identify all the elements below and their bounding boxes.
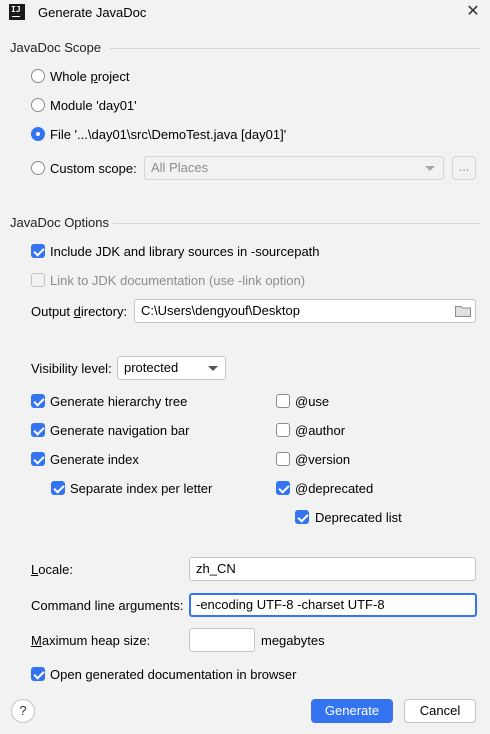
gen-index-checkbox[interactable]	[31, 452, 45, 466]
whole-project-radio[interactable]	[31, 69, 45, 83]
folder-icon[interactable]	[455, 305, 471, 317]
locale-value: zh_CN	[196, 561, 236, 576]
deprecated-list-label[interactable]: Deprecated list	[315, 510, 402, 525]
whole-project-label[interactable]: Whole project	[50, 69, 130, 84]
cmd-args-label: Command line arguments:	[31, 598, 184, 613]
help-button[interactable]: ?	[11, 699, 35, 723]
gen-navbar-label[interactable]: Generate navigation bar	[50, 423, 189, 438]
output-dir-value: C:\Users\dengyouf\Desktop	[141, 303, 300, 318]
chevron-down-icon	[208, 366, 218, 371]
locale-input[interactable]: zh_CN	[189, 557, 476, 581]
link-jdk-checkbox[interactable]	[31, 273, 45, 287]
file-label[interactable]: File '...\day01\src\DemoTest.java [day01…	[50, 127, 286, 142]
tag-deprecated-label[interactable]: @deprecated	[295, 481, 373, 496]
scope-section-title: JavaDoc Scope	[10, 40, 102, 55]
visibility-combo[interactable]: protected	[117, 356, 226, 380]
custom-scope-combo[interactable]: All Places	[144, 156, 444, 180]
intellij-app-icon: IJ	[9, 4, 25, 20]
heap-input[interactable]	[189, 628, 255, 652]
custom-scope-label[interactable]: Custom scope:	[50, 161, 137, 176]
cmd-args-value: -encoding UTF-8 -charset UTF-8	[196, 597, 385, 612]
output-dir-input[interactable]: C:\Users\dengyouf\Desktop	[134, 299, 476, 323]
tag-use-checkbox[interactable]	[276, 394, 290, 408]
open-browser-label[interactable]: Open generated documentation in browser	[50, 667, 296, 682]
gen-index-label[interactable]: Generate index	[50, 452, 139, 467]
module-radio[interactable]	[31, 98, 45, 112]
visibility-label: Visibility level:	[31, 361, 112, 376]
deprecated-list-checkbox[interactable]	[295, 510, 309, 524]
open-browser-checkbox[interactable]	[31, 667, 45, 681]
heap-label: Maximum heap size:	[31, 633, 151, 648]
module-label[interactable]: Module 'day01'	[50, 98, 137, 113]
include-jdk-label[interactable]: Include JDK and library sources in -sour…	[50, 244, 320, 259]
tag-version-label[interactable]: @version	[295, 452, 350, 467]
include-jdk-checkbox[interactable]	[31, 244, 45, 258]
gen-hierarchy-checkbox[interactable]	[31, 394, 45, 408]
separate-index-label[interactable]: Separate index per letter	[70, 481, 212, 496]
heap-unit-label: megabytes	[261, 633, 325, 648]
generate-button[interactable]: Generate	[311, 699, 393, 723]
options-separator	[113, 223, 480, 224]
gen-navbar-checkbox[interactable]	[31, 423, 45, 437]
window-title: Generate JavaDoc	[38, 5, 147, 20]
browse-scope-button[interactable]: ...	[452, 156, 476, 180]
tag-author-label[interactable]: @author	[295, 423, 345, 438]
options-section-title: JavaDoc Options	[10, 215, 109, 230]
tag-author-checkbox[interactable]	[276, 423, 290, 437]
separate-index-checkbox[interactable]	[51, 481, 65, 495]
cancel-button[interactable]: Cancel	[404, 699, 476, 723]
visibility-value: protected	[124, 360, 179, 375]
tag-deprecated-checkbox[interactable]	[276, 481, 290, 495]
tag-version-checkbox[interactable]	[276, 452, 290, 466]
locale-label: Locale:	[31, 562, 73, 577]
gen-hierarchy-label[interactable]: Generate hierarchy tree	[50, 394, 187, 409]
chevron-down-icon	[425, 166, 435, 171]
link-jdk-label: Link to JDK documentation (use -link opt…	[50, 273, 306, 288]
output-dir-label: Output directory:	[31, 304, 128, 319]
close-icon[interactable]: ✕	[463, 2, 483, 22]
custom-scope-value: All Places	[151, 160, 209, 175]
scope-separator	[110, 48, 480, 49]
file-radio[interactable]	[31, 127, 45, 141]
cmd-args-input[interactable]: -encoding UTF-8 -charset UTF-8	[189, 593, 477, 617]
custom-scope-radio[interactable]	[31, 161, 45, 175]
tag-use-label[interactable]: @use	[295, 394, 329, 409]
